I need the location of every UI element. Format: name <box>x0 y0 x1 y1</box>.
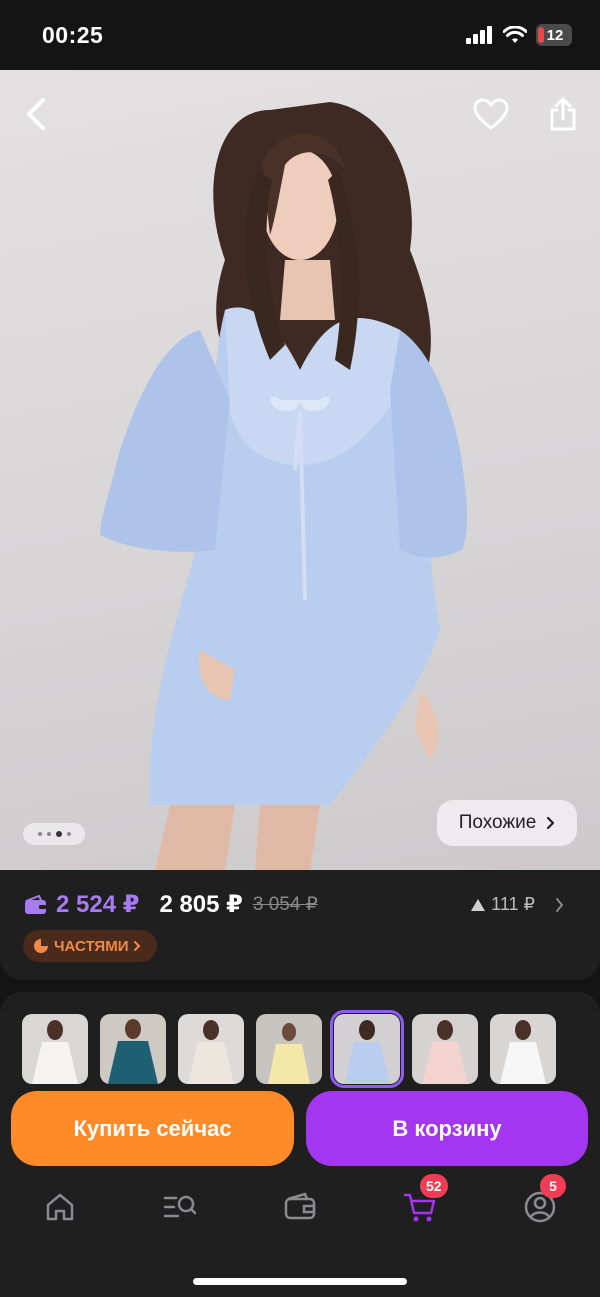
wallet-icon <box>25 894 46 914</box>
favorite-button[interactable] <box>469 92 513 136</box>
buy-now-button[interactable]: Купить сейчас <box>11 1091 294 1166</box>
variant-thumbnail[interactable] <box>412 1014 478 1084</box>
bottom-sheet: Купить сейчас В корзину 52 5 <box>0 992 600 1297</box>
variant-thumbnail[interactable] <box>22 1014 88 1084</box>
installments-label: ЧАСТЯМИ <box>54 937 129 955</box>
status-time: 00:25 <box>42 22 104 48</box>
similar-button[interactable]: Похожие <box>437 800 577 846</box>
product-photo <box>100 102 468 870</box>
old-price: 3 054 ₽ <box>252 894 318 915</box>
cellular-signal-icon <box>466 26 492 44</box>
price-panel: 2 524 ₽ 2 805 ₽ 3 054 ₽ 111 ₽ ЧАСТЯМИ <box>0 870 600 980</box>
chevron-right-icon <box>547 816 555 830</box>
catalog-search-icon <box>163 1195 197 1218</box>
wallet-price: 2 524 ₽ <box>56 891 140 918</box>
gallery-dot <box>66 832 71 836</box>
variant-thumbnail[interactable] <box>490 1014 556 1084</box>
tab-profile[interactable]: 5 <box>510 1174 570 1232</box>
gallery-dot <box>37 832 42 836</box>
tab-catalog[interactable] <box>150 1182 210 1232</box>
variant-thumbnail[interactable] <box>178 1014 244 1084</box>
chevron-right-icon <box>556 897 563 912</box>
wifi-icon <box>503 26 527 43</box>
back-icon <box>27 98 45 130</box>
variant-thumbnail-image <box>22 1014 88 1084</box>
product-gallery[interactable]: Похожие <box>0 70 600 870</box>
variant-thumbnail-image <box>334 1014 400 1084</box>
tab-wallet[interactable] <box>270 1182 330 1232</box>
add-to-cart-button[interactable]: В корзину <box>306 1091 588 1166</box>
wallet-tab-icon <box>284 1192 316 1220</box>
similar-label: Похожие <box>458 812 537 833</box>
bottom-tab-bar: 52 5 <box>0 1174 600 1242</box>
status-bar: 00:25 12 <box>0 0 600 70</box>
cart-badge: 52 <box>420 1174 448 1198</box>
battery-level: 12 <box>546 26 564 44</box>
gallery-dot-active <box>55 831 62 837</box>
variant-thumbnail-image <box>412 1014 478 1084</box>
variant-thumbnail-selected[interactable] <box>330 1010 404 1088</box>
gallery-pagination <box>23 823 85 845</box>
battery-indicator: 12 <box>536 24 572 46</box>
gallery-dot <box>46 832 51 836</box>
variant-thumbnail[interactable] <box>100 1014 166 1084</box>
variant-thumbnail-image <box>178 1014 244 1084</box>
share-button[interactable] <box>541 92 585 136</box>
price-history-link[interactable]: 111 ₽ <box>471 894 564 915</box>
variant-thumbnail-image <box>490 1014 556 1084</box>
variant-thumbnail-image <box>256 1014 322 1084</box>
variant-thumbnail[interactable] <box>256 1014 322 1084</box>
tab-home[interactable] <box>30 1182 90 1232</box>
variant-thumbnails <box>22 1010 556 1088</box>
share-icon <box>550 97 576 131</box>
back-button[interactable] <box>14 92 58 136</box>
status-icons: 12 <box>466 24 572 46</box>
installments-badge[interactable]: ЧАСТЯМИ <box>23 930 157 962</box>
regular-price: 2 805 ₽ <box>159 891 243 918</box>
tab-cart[interactable]: 52 <box>390 1174 450 1232</box>
price-change-value: 111 ₽ <box>491 894 535 914</box>
chevron-right-icon <box>134 941 141 951</box>
pie-chart-icon <box>34 939 48 953</box>
heart-icon <box>473 98 509 130</box>
price-row: 2 524 ₽ 2 805 ₽ 3 054 ₽ <box>24 890 318 919</box>
arrow-up-icon <box>471 898 486 911</box>
variant-thumbnail-image <box>100 1014 166 1084</box>
profile-badge: 5 <box>540 1174 566 1198</box>
home-indicator <box>193 1278 407 1285</box>
home-icon <box>46 1193 74 1221</box>
